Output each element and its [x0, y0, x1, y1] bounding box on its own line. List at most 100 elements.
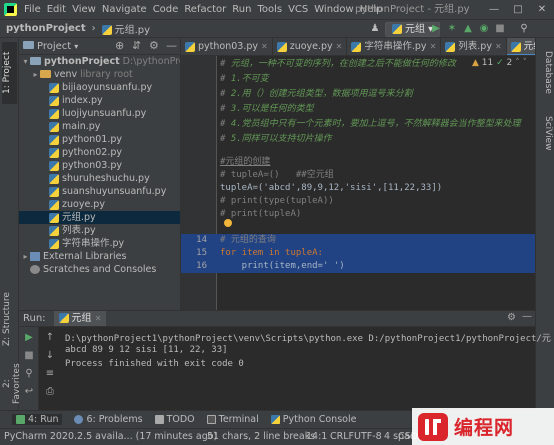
code-line[interactable] [181, 221, 535, 234]
tree-file-item[interactable]: zuoye.py [19, 198, 180, 211]
run-icon[interactable]: ▶ [429, 22, 443, 36]
scroll-up-icon[interactable]: ↑ [43, 331, 57, 345]
structure-tool-tab[interactable]: Z: Structure [2, 288, 17, 350]
code-editor[interactable]: # 元组，一种不可变的序列，在创建之后不能做任何的修改 # 1.不可变 # 2.用（… [181, 56, 535, 310]
chevron-up-icon[interactable]: ˄ [515, 58, 520, 68]
maximize-icon[interactable]: □ [506, 0, 530, 19]
tree-file-item[interactable]: python03.py [19, 159, 180, 172]
editor-tab[interactable]: 元组.py✕ [506, 38, 535, 55]
profile-icon[interactable]: ◉ [477, 22, 491, 36]
code-line[interactable]: # 2.用（）创建元组类型，数据项用逗号来分割 [181, 88, 535, 101]
menu-run[interactable]: Run [229, 0, 254, 19]
close-tab-icon[interactable]: ✕ [336, 42, 343, 51]
pin-tab-icon[interactable]: ⚲ [22, 367, 36, 381]
code-line[interactable]: 15 for item in tupleA: [181, 247, 535, 260]
todo-tool-button[interactable]: TODO [154, 414, 195, 425]
chevron-down-icon[interactable]: ▾ [21, 55, 30, 68]
tree-folder-venv[interactable]: ▸ venv library root [19, 68, 180, 81]
python-console-tool-button[interactable]: Python Console [270, 414, 356, 425]
locate-file-icon[interactable]: ⊕ [115, 39, 124, 52]
menu-vcs[interactable]: VCS [285, 0, 311, 19]
run-tool-button[interactable]: 4: Run [12, 414, 63, 425]
code-line[interactable]: # 4.党员组中只有一个元素时，要加上逗号，不然解释器会当作整型来处理 [181, 118, 535, 131]
tree-file-item[interactable]: 元组.py [19, 211, 180, 224]
file-encoding[interactable]: UTF-8 [354, 429, 382, 445]
menu-refactor[interactable]: Refactor [181, 0, 229, 19]
menu-view[interactable]: View [69, 0, 99, 19]
search-everywhere-icon[interactable]: ⚲ [517, 22, 531, 36]
settings-gear-icon[interactable]: ⚙ [149, 39, 159, 52]
tree-file-item[interactable]: python02.py [19, 146, 180, 159]
favorites-tool-tab[interactable]: 2: Favorites [2, 358, 22, 410]
editor-tab[interactable]: 字符串操作.py ✕ [347, 38, 442, 55]
stop-icon[interactable]: ■ [493, 22, 507, 36]
tree-file-item[interactable]: 列表.py [19, 224, 180, 237]
status-message[interactable]: PyCharm 2020.2.5 availa... (17 minutes a… [4, 429, 217, 445]
tree-file-item[interactable]: index.py [19, 94, 180, 107]
breadcrumb-project[interactable]: pythonProject [0, 23, 86, 34]
tree-file-item[interactable]: shuruheshuchu.py [19, 172, 180, 185]
run-tab[interactable]: 元组 ✕ [53, 311, 107, 326]
tree-file-item[interactable]: suanshuyunsuanfu.py [19, 185, 180, 198]
code-line[interactable]: # print(tupleA) [181, 208, 535, 221]
code-line[interactable]: # print(type(tupleA)) [181, 195, 535, 208]
wrap-lines-icon[interactable]: ↩ [22, 385, 36, 399]
code-line[interactable]: 16 print(item,end=' ') [181, 260, 535, 273]
menu-file[interactable]: File [21, 0, 44, 19]
close-tab-icon[interactable]: ✕ [95, 314, 102, 323]
editor-tab[interactable]: zuoye.py ✕ [273, 38, 348, 55]
collapse-all-icon[interactable]: ⇵ [132, 39, 141, 52]
close-tab-icon[interactable]: ✕ [495, 42, 502, 51]
breadcrumb-file[interactable]: 元组.py [96, 21, 150, 36]
chevron-down-icon[interactable]: ▾ [74, 42, 78, 51]
hide-panel-icon[interactable]: — [522, 311, 532, 322]
menu-navigate[interactable]: Navigate [99, 0, 150, 19]
sciview-tool-tab[interactable]: SciView [538, 108, 553, 158]
tree-file-item[interactable]: main.py [19, 120, 180, 133]
caret-position[interactable]: 14:1 [306, 429, 327, 445]
scroll-down-icon[interactable]: ↓ [43, 349, 57, 363]
code-line[interactable]: # 5.同样可以支持切片操作 [181, 133, 535, 146]
print-icon[interactable]: ⎙ [43, 385, 57, 399]
intention-bulb-icon[interactable] [224, 219, 232, 227]
problems-tool-button[interactable]: 6: Problems [74, 414, 143, 425]
project-tool-tab[interactable]: 1: Project [2, 42, 17, 104]
terminal-tool-button[interactable]: Terminal [206, 414, 259, 425]
chevron-right-icon[interactable]: ▸ [21, 250, 30, 263]
menu-window[interactable]: Window [311, 0, 356, 19]
debug-icon[interactable]: ✶ [445, 22, 459, 36]
code-line[interactable]: # 1.不可变 [181, 73, 535, 86]
coverage-icon[interactable]: ▲ [461, 22, 475, 36]
chevron-right-icon[interactable]: ▸ [31, 68, 40, 81]
code-line[interactable]: # 3.可以是任何的类型 [181, 103, 535, 116]
stop-icon[interactable]: ■ [22, 349, 36, 363]
editor-tab[interactable]: 列表.py ✕ [441, 38, 507, 55]
chevron-down-icon[interactable]: ˅ [523, 58, 528, 68]
menu-edit[interactable]: Edit [44, 0, 69, 19]
tree-external-libraries[interactable]: ▸ External Libraries [19, 250, 180, 263]
editor-tab[interactable]: python03.py ✕ [181, 38, 273, 55]
close-tab-icon[interactable]: ✕ [261, 42, 268, 51]
minimize-icon[interactable]: — [482, 0, 506, 19]
hide-panel-icon[interactable]: — [166, 39, 177, 52]
menu-tools[interactable]: Tools [254, 0, 285, 19]
settings-gear-icon[interactable]: ⚙ [507, 312, 516, 323]
close-tab-icon[interactable]: ✕ [430, 42, 437, 51]
tree-scratches[interactable]: Scratches and Consoles [19, 263, 180, 276]
user-icon[interactable]: ♟ [368, 22, 382, 36]
project-panel-title[interactable]: Project [37, 41, 71, 52]
code-line[interactable]: 14 # 元组的查询 [181, 234, 535, 247]
inspection-widget[interactable]: ▲ 11 ✓ 2 ˄ ˅ [472, 58, 527, 68]
soft-wrap-icon[interactable]: ≡ [43, 367, 57, 381]
code-line[interactable]: tupleA=('abcd',89,9,12,'sisi',[11,22,33]… [181, 182, 535, 195]
tree-file-item[interactable]: bijiaoyunsuanfu.py [19, 81, 180, 94]
menu-code[interactable]: Code [150, 0, 182, 19]
tree-file-item[interactable]: python01.py [19, 133, 180, 146]
code-line[interactable]: # tupleA=() ##空元组 [181, 169, 535, 182]
rerun-icon[interactable]: ▶ [22, 331, 36, 345]
close-window-icon[interactable]: ✕ [530, 0, 554, 19]
tree-file-item[interactable]: luojiyunsuanfu.py [19, 107, 180, 120]
database-tool-tab[interactable]: Database [538, 44, 553, 100]
line-separator[interactable]: CRLF [330, 429, 354, 445]
code-line[interactable]: #元组的创建 [181, 156, 535, 169]
